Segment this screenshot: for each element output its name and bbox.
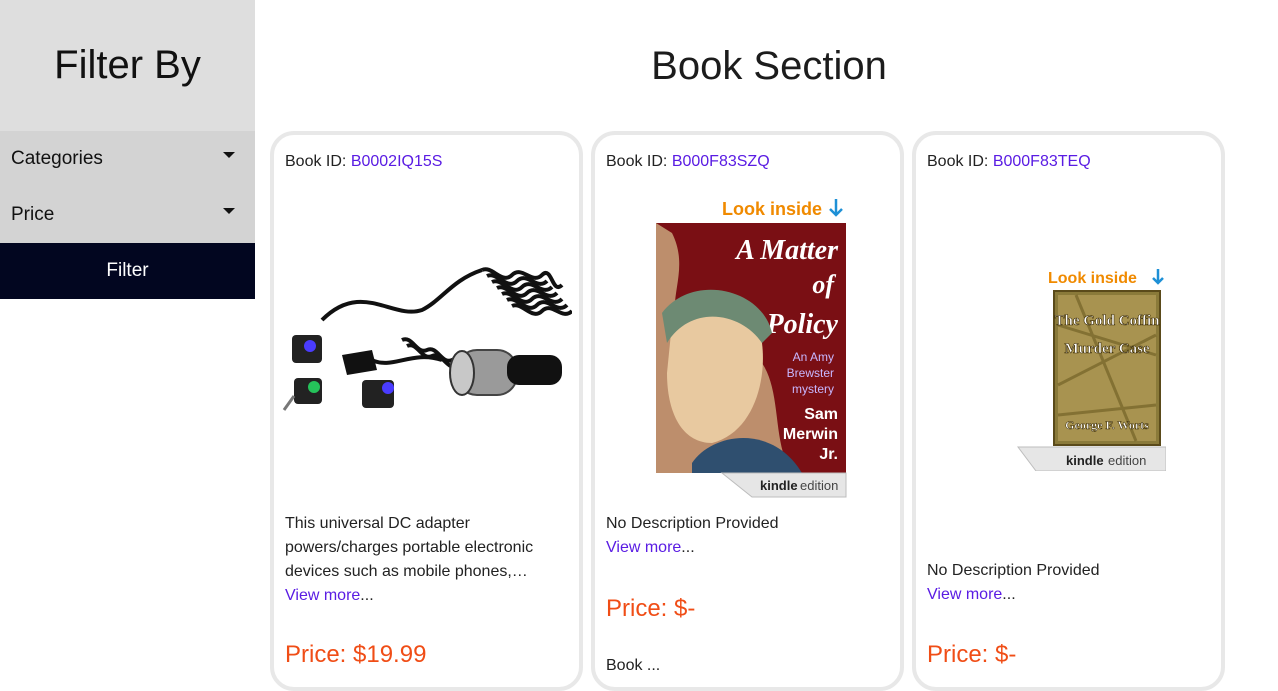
- cover-title: A Matter: [734, 235, 839, 266]
- book-description: No Description Provided View more...: [606, 512, 866, 560]
- book-id-link[interactable]: B000F83TEQ: [993, 153, 1091, 170]
- view-more-link[interactable]: View more: [285, 587, 360, 604]
- ellipsis: ...: [1002, 586, 1016, 603]
- book-id-link[interactable]: B000F83SZQ: [672, 153, 770, 170]
- filter-button[interactable]: Filter: [0, 243, 255, 299]
- arrow-down-icon: [829, 199, 843, 217]
- book-extra-text: Book ...: [606, 657, 661, 674]
- cover-subtitle: mystery: [792, 382, 834, 396]
- book-id-label: Book ID:: [927, 153, 993, 170]
- book-id-label: Book ID:: [606, 153, 672, 170]
- book-card: Book ID: B000F83TEQ Look inside The Gold…: [912, 131, 1225, 691]
- arrow-down-icon: [1152, 269, 1164, 285]
- book-price: Price: $-: [606, 595, 696, 622]
- look-inside-badge: Look inside: [1048, 270, 1137, 287]
- categories-dropdown[interactable]: Categories: [0, 131, 255, 187]
- filter-header: Filter By: [0, 0, 255, 131]
- book-description: This universal DC adapter powers/charges…: [285, 512, 545, 608]
- kindle-edition-badge: kindle: [1066, 453, 1104, 468]
- cover-title: Murder Case: [1064, 341, 1149, 357]
- ellipsis: ...: [360, 587, 374, 604]
- book-id: Book ID: B0002IQ15S: [285, 153, 442, 171]
- book-card: Book ID: B0002IQ15S This universal DC ad…: [270, 131, 583, 691]
- price-dropdown[interactable]: Price: [0, 187, 255, 243]
- look-inside-badge: Look inside: [722, 199, 822, 219]
- page-title: Book Section: [651, 44, 887, 88]
- cover-title: of: [812, 270, 836, 299]
- cover-author: Sam: [804, 406, 838, 423]
- caret-down-icon: [223, 152, 235, 158]
- book-id: Book ID: B000F83TEQ: [927, 153, 1091, 171]
- book-id-link[interactable]: B0002IQ15S: [351, 153, 443, 170]
- cover-author: Jr.: [819, 446, 838, 463]
- kindle-edition-badge: edition: [1108, 453, 1146, 468]
- description-text: This universal DC adapter powers/charges…: [285, 515, 534, 580]
- cover-title: The Gold Coffin: [1054, 313, 1160, 329]
- book-id-label: Book ID:: [285, 153, 351, 170]
- kindle-edition-badge: edition: [800, 478, 838, 493]
- book-cover-image[interactable]: Look inside A Matter of Policy An Amy Br…: [652, 193, 848, 503]
- product-image[interactable]: [282, 260, 572, 430]
- caret-down-icon: [223, 208, 235, 214]
- cover-author: George F. Worts: [1065, 418, 1149, 432]
- book-price: Price: $-: [927, 641, 1017, 668]
- filter-sidebar: Filter By Categories Price Filter: [0, 0, 255, 662]
- kindle-edition-badge: kindle: [760, 478, 798, 493]
- book-price: Price: $19.99: [285, 641, 427, 668]
- book-card: Book ID: B000F83SZQ Look inside A Matter…: [591, 131, 904, 691]
- cover-subtitle: An Amy: [793, 350, 834, 364]
- book-cover-image[interactable]: Look inside The Gold Coffin Murder Case …: [1016, 265, 1166, 471]
- view-more-link[interactable]: View more: [606, 539, 681, 556]
- cover-author: Merwin: [783, 426, 838, 443]
- categories-label: Categories: [11, 148, 103, 169]
- book-id: Book ID: B000F83SZQ: [606, 153, 770, 171]
- filter-title: Filter By: [54, 43, 201, 87]
- view-more-link[interactable]: View more: [927, 586, 1002, 603]
- cover-title: Policy: [765, 309, 838, 340]
- ellipsis: ...: [681, 539, 695, 556]
- book-description: No Description Provided View more...: [927, 559, 1187, 607]
- description-text: No Description Provided: [927, 562, 1100, 579]
- price-label: Price: [11, 204, 55, 225]
- description-text: No Description Provided: [606, 515, 779, 532]
- cover-subtitle: Brewster: [787, 366, 834, 380]
